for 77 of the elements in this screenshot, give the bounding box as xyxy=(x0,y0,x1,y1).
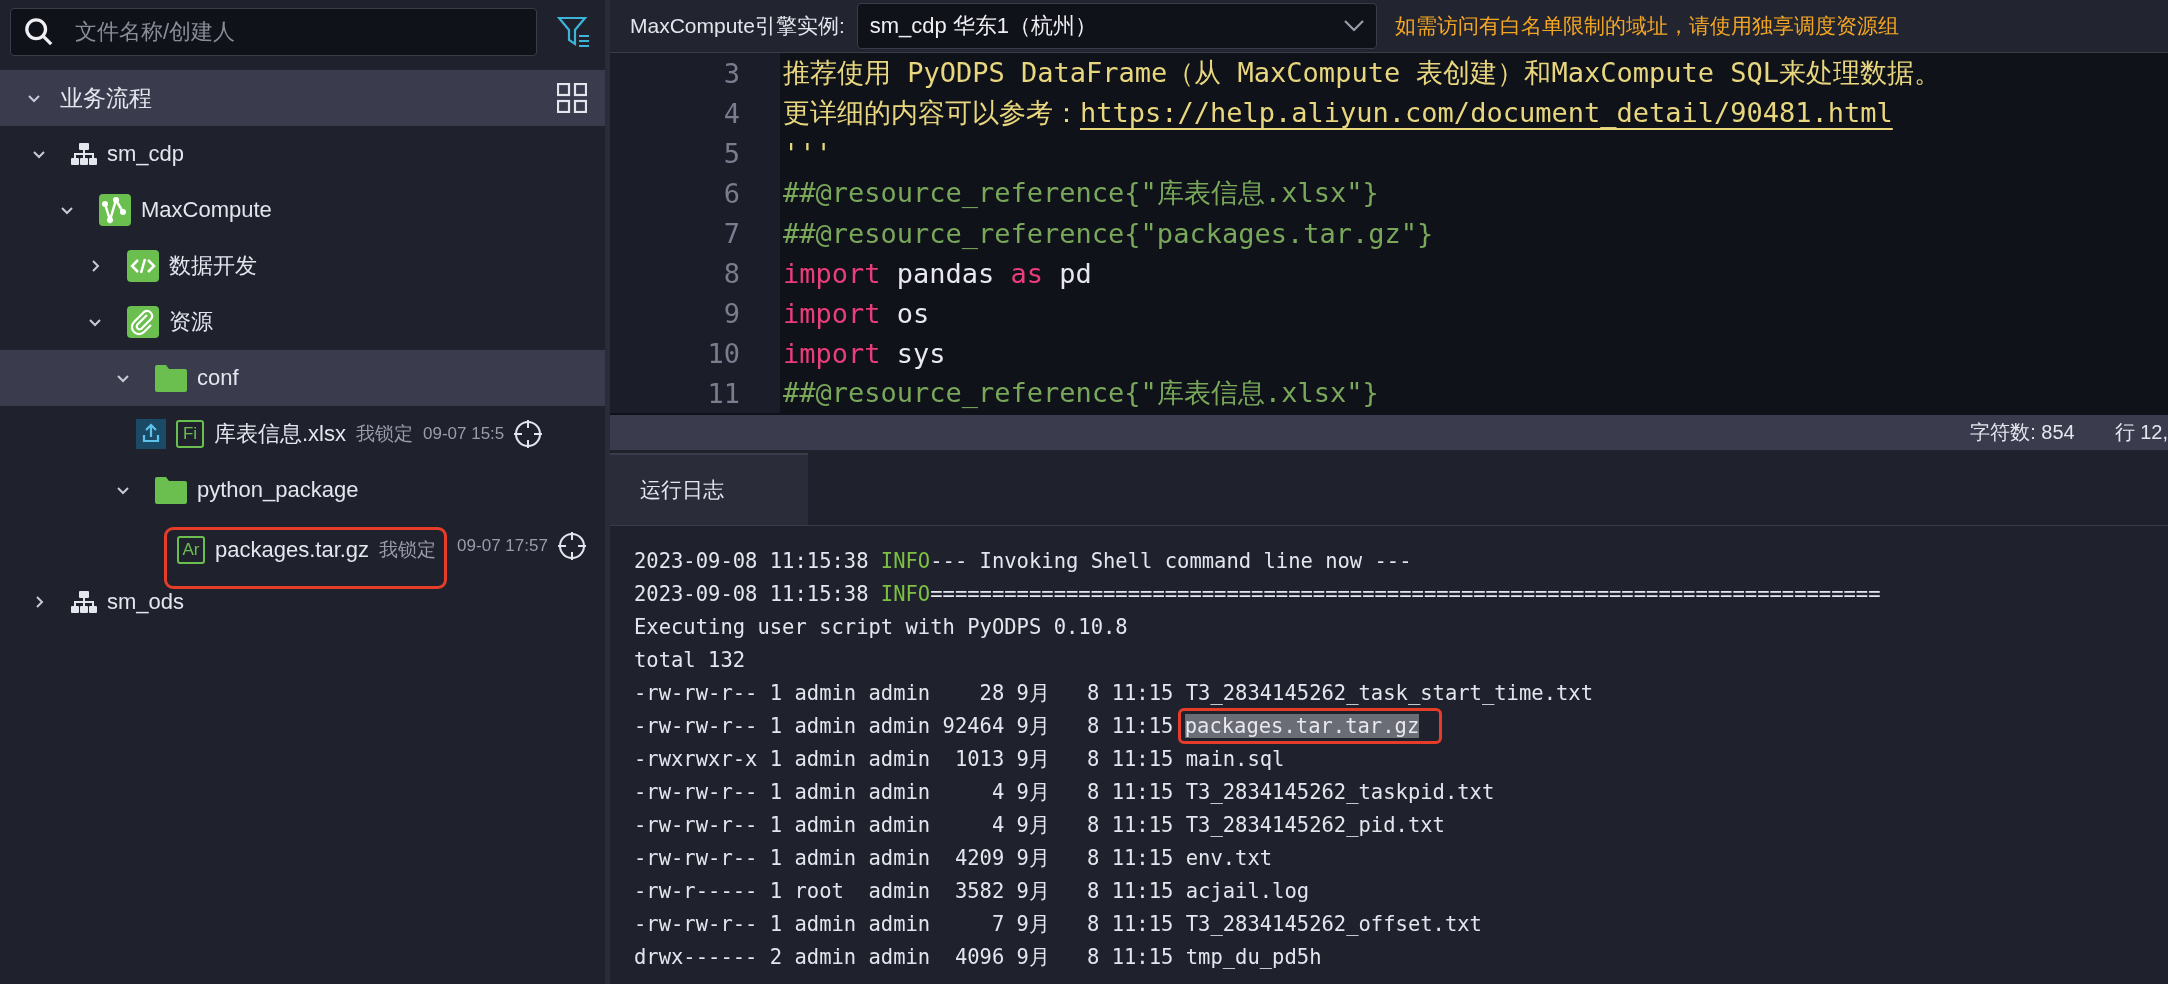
file-name: main.sql xyxy=(1185,746,1285,771)
line-number: 10 xyxy=(610,333,780,373)
search-field[interactable]: 文件名称/创建人 xyxy=(10,7,537,56)
log-line: total 132 xyxy=(634,646,747,674)
line-number: 11 xyxy=(610,373,780,413)
file-name: T3_2834145262_task_start_time.txt xyxy=(1185,680,1593,705)
line-number: 3 xyxy=(610,53,780,93)
engine-label: MaxCompute引擎实例: xyxy=(630,13,845,39)
file-name: env.txt xyxy=(1185,845,1273,870)
file-listing: -rw-rw-r-- 1 admin admin 4 9月 8 11:15 xyxy=(634,778,1175,806)
line-number: 7 xyxy=(610,213,780,253)
file-listing: -rw-r----- 1 root admin 3582 9月 8 11:15 xyxy=(634,877,1175,905)
graph-node-icon xyxy=(99,194,131,226)
code-line: ##@resource_reference{"库表信息.xlsx"} xyxy=(782,176,1379,210)
cursor-position: 行 12, xyxy=(2114,420,2168,445)
file-listing: -rw-rw-r-- 1 admin admin 28 9月 8 11:15 xyxy=(634,679,1175,707)
file-listing: -rw-rw-r-- 1 admin admin 92464 9月 8 11:15 xyxy=(634,712,1175,740)
tree-item-label[interactable]: 资源 xyxy=(169,307,213,337)
file-listing: drwx------ 2 admin admin 4096 9月 8 11:15 xyxy=(634,943,1175,971)
line-number: 4 xyxy=(610,93,780,133)
file-listing: -rw-rw-r-- 1 admin admin 4 9月 8 11:15 xyxy=(634,811,1175,839)
file-name: T3_2834145262_taskpid.txt xyxy=(1185,779,1495,804)
chevron-down-icon xyxy=(1343,20,1364,32)
code-icon xyxy=(127,250,159,282)
lock-status: 我锁定 xyxy=(356,422,413,446)
code-line: 推荐使用 PyODPS DataFrame（从 MaxCompute 表创建）和MaxCompute SQL来处理数据。 xyxy=(782,56,1941,90)
file-name: tmp_du_pd5h xyxy=(1185,944,1322,969)
code-line: ''' xyxy=(782,137,832,169)
file-name: T3_2834145262_offset.txt xyxy=(1185,911,1482,936)
tree-item-label[interactable]: python_package xyxy=(197,477,359,503)
section-title: 业务流程 xyxy=(60,83,153,113)
code-line: import os xyxy=(782,297,930,329)
code-line: import sys xyxy=(782,337,946,369)
sitemap-icon xyxy=(71,590,97,614)
tree-item-label[interactable]: conf xyxy=(197,365,239,391)
folder-icon xyxy=(155,364,187,392)
file-listing: -rw-rw-r-- 1 admin admin 4209 9月 8 11:15 xyxy=(634,844,1175,872)
notice-text: 如需访问有白名单限制的域址，请使用独享调度资源组 xyxy=(1394,13,1899,39)
log-line: 2023-09-08 11:15:38 INFO--- Invoking Shell command line now --- xyxy=(634,547,1413,575)
line-number: 9 xyxy=(610,293,780,333)
crosshair-icon[interactable] xyxy=(514,420,543,448)
line-number: 6 xyxy=(610,173,780,213)
char-count: 字符数: 854 xyxy=(1970,420,2075,445)
file-name: 库表信息.xlsx xyxy=(214,420,346,448)
upload-icon[interactable] xyxy=(136,419,166,449)
tree-item-label[interactable]: 数据开发 xyxy=(169,251,257,281)
file-name: acjail.log xyxy=(1185,878,1310,903)
code-line: 更详细的内容可以参考：https://help.aliyun.com/document_detail/90481.html xyxy=(782,96,1893,130)
line-number: 5 xyxy=(610,133,780,173)
file-name: packages.tar.gz xyxy=(215,537,370,563)
grid-icon[interactable] xyxy=(557,83,587,113)
file-listing: -rwxrwxr-x 1 admin admin 1013 9月 8 11:15 xyxy=(634,745,1175,773)
modified-time: 09-07 15:5 xyxy=(423,424,505,444)
log-line: 2023-09-08 11:15:38 INFO============================================================================= xyxy=(634,580,1882,608)
file-listing: -rw-rw-r-- 1 admin admin 7 9月 8 11:15 xyxy=(634,910,1175,938)
modified-time: 09-07 17:57 xyxy=(457,536,548,556)
line-number: 8 xyxy=(610,253,780,293)
file-name: T3_2834145262_pid.txt xyxy=(1185,812,1445,837)
file-type-badge: Ar xyxy=(177,536,205,564)
lock-status: 我锁定 xyxy=(379,538,437,562)
section-header[interactable]: 业务流程 xyxy=(0,70,605,126)
log-tab[interactable]: 运行日志 xyxy=(610,453,808,525)
file-type-badge: Fi xyxy=(176,420,204,448)
log-line: Executing user script with PyODPS 0.10.8 xyxy=(634,613,1129,641)
paperclip-icon xyxy=(127,306,159,338)
tree-item-label[interactable]: sm_ods xyxy=(107,589,185,615)
code-line: ##@resource_reference{"库表信息.xlsx"} xyxy=(782,376,1379,410)
sitemap-icon xyxy=(71,142,97,166)
tree-item-label[interactable]: MaxCompute xyxy=(141,197,272,223)
tree-item-label[interactable]: sm_cdp xyxy=(107,141,185,167)
file-name: packages.tar.tar.gz xyxy=(1184,713,1420,738)
code-line: ##@resource_reference{"packages.tar.gz"} xyxy=(782,217,1434,249)
code-line: import pandas as pd xyxy=(782,257,1092,289)
engine-select[interactable]: sm_cdp 华东1（杭州） xyxy=(856,3,1377,49)
crosshair-icon[interactable] xyxy=(557,532,586,560)
folder-icon xyxy=(155,476,187,504)
filter-icon[interactable] xyxy=(557,15,591,48)
